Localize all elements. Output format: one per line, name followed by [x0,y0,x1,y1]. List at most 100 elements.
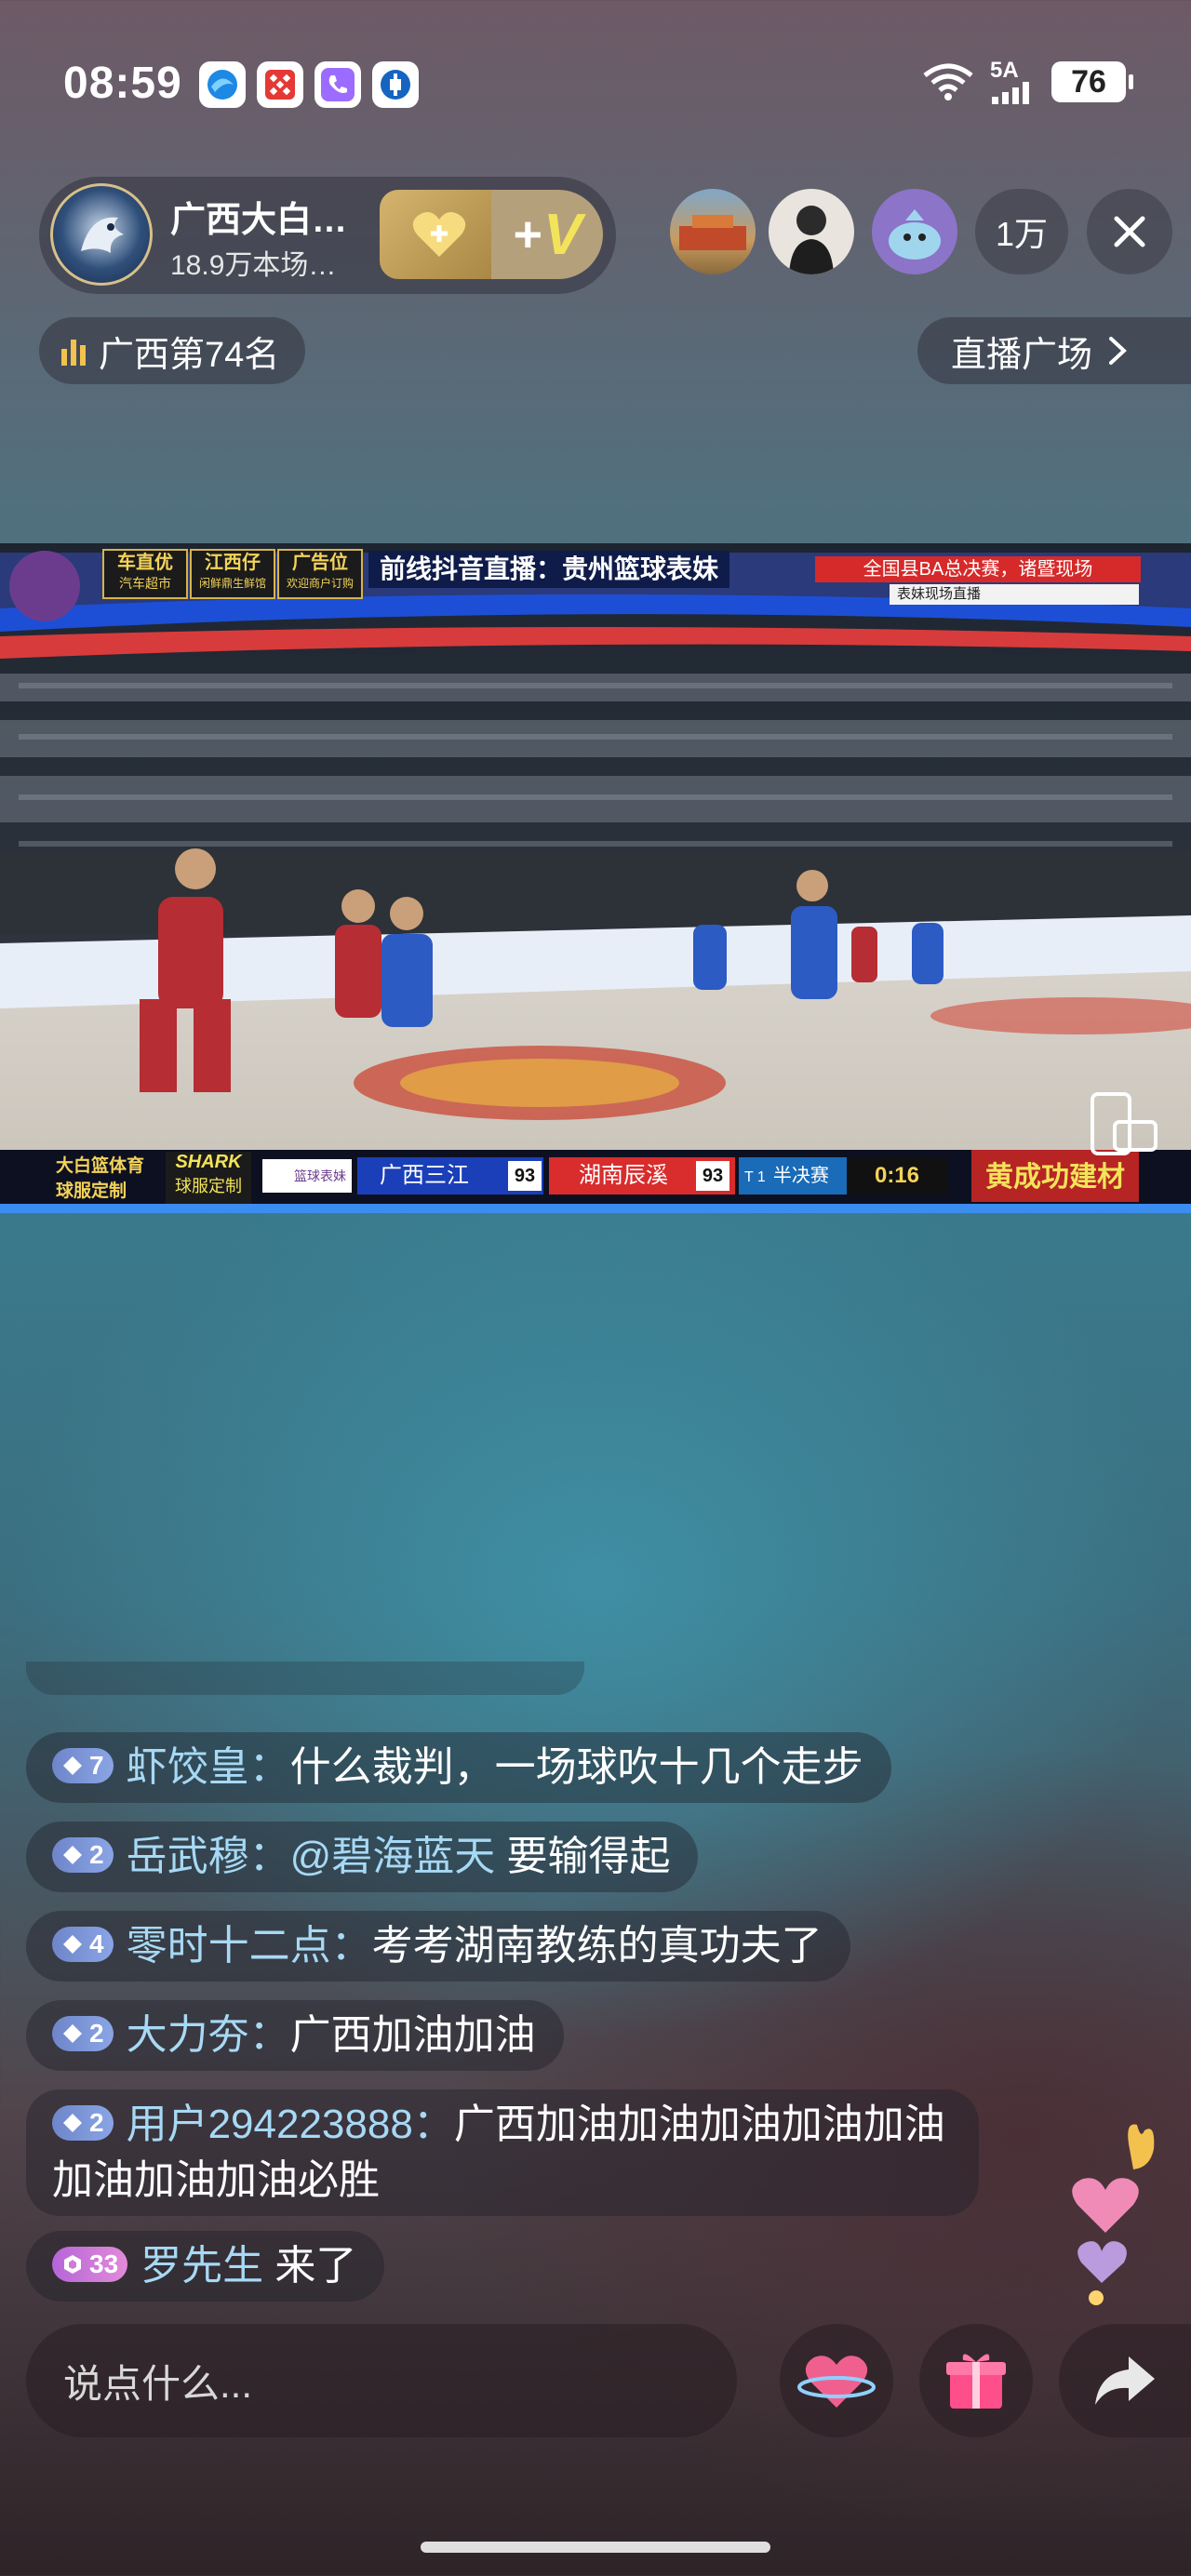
top-viewer-avatar-1[interactable] [670,189,756,274]
small-tag: 篮球表妹 [262,1159,352,1193]
home-indicator[interactable] [421,2542,770,2553]
close-button[interactable] [1087,189,1172,274]
close-icon [1114,216,1145,247]
diamond-icon [63,2024,82,2044]
bar-chart-icon [61,340,86,366]
chat-message[interactable]: 2 岳武穆：@碧海蓝天 要输得起 [26,1822,699,1892]
sponsor-badge-3: 广告位 欢迎商户订购 [277,549,363,599]
chat-separator: ： [248,1744,290,1790]
game-stage: T 1 半决赛 [739,1157,847,1195]
chat-message[interactable]: 7 虾饺皇：什么裁判，一场球吹十几个走步 [26,1732,891,1803]
chat-separator [263,2243,274,2289]
like-animation [1040,2112,1180,2316]
streamer-avatar[interactable] [50,183,153,286]
chat-username[interactable]: 岳武穆 [127,1834,249,1879]
basketball-court-scene [0,543,1191,1211]
chat-username[interactable]: 虾饺皇 [127,1744,249,1790]
top-viewer-avatar-2[interactable] [769,189,854,274]
chat-mention[interactable]: @碧海蓝天 [290,1834,496,1879]
chat-text: 考考湖南教练的真功夫了 [371,1923,823,1969]
rotate-screen-icon[interactable] [1087,1090,1161,1165]
share-arrow-icon [1095,2356,1155,2405]
chat-message[interactable]: 33 罗先生 来了 [26,2231,385,2302]
sponsor-2-title: 江西仔 [205,553,261,573]
hexagon-badge-icon [64,2255,81,2275]
fan-club-button[interactable] [380,190,499,279]
status-right: 5A 76 [921,60,1133,104]
home-team-score: 93 [508,1161,542,1191]
diamond-icon [63,1756,82,1776]
streamer-name[interactable]: 广西大白… [170,191,347,242]
user-level-badge: 4 [52,1927,114,1963]
top-viewer-avatar-3[interactable] [872,189,957,274]
chevron-right-icon [1109,337,1127,365]
level-number: 2 [89,1840,104,1870]
battery-indicator: 76 [1051,61,1133,102]
stage-label: 半决赛 [772,1166,829,1186]
video-progress-strip [0,1204,1191,1213]
chat-message[interactable]: 4 零时十二点：考考湖南教练的真功夫了 [26,1911,850,1982]
chat-message[interactable]: 2 大力夯：广西加油加油 [26,2000,564,2071]
chat-separator: ： [412,2102,454,2147]
level-number: 7 [89,1751,104,1781]
app-icon-red [257,61,303,108]
chat-username[interactable]: 零时十二点 [127,1923,331,1969]
timeouts-label: T 1 [744,1169,766,1185]
status-time: 08:59 [63,59,182,108]
bottom-sponsor-line2: 球服定制 [56,1181,127,1201]
chat-text: 什么裁判，一场球吹十几个走步 [289,1744,863,1790]
event-banner: 全国县BA总决赛，诸暨现场 [815,556,1141,582]
live-plaza-button[interactable]: 直播广场 [917,317,1191,384]
chat-message[interactable]: 2 用户294223888：广西加油加油加油加油加油加油加油加油必胜 [26,2089,979,2216]
event-subtitle: 表妹现场直播 [890,584,1139,605]
chat-username[interactable]: 罗先生 [141,2243,263,2289]
sponsor-3-title: 广告位 [292,553,348,573]
user-level-badge: 2 [52,2105,114,2142]
game-clock: 0:16 [847,1157,947,1195]
gift-box-icon [946,2354,1006,2409]
follow-button[interactable]: + V [491,190,603,279]
diamond-icon [63,1846,82,1865]
browser-app-icon [199,61,246,108]
chat-separator: ： [248,2012,290,2058]
user-level-badge: 2 [52,1837,114,1874]
chat-text: 要输得起 [495,1834,671,1879]
gift-button[interactable] [919,2324,1033,2437]
chat-text: 广西加油加油 [289,2012,536,2058]
chat-text: 来了 [274,2243,357,2289]
phone-app-icon [314,61,361,108]
sponsor-1-subtitle: 汽车超市 [119,576,171,591]
rank-badge[interactable]: 广西第74名 [39,317,306,384]
shark-title: SHARK [175,1152,242,1172]
shark-sponsor: SHARK 球服定制 [166,1152,251,1204]
diamond-icon [63,2114,82,2133]
viewer-count[interactable]: 1万 [975,189,1068,274]
level-number: 4 [89,1929,104,1959]
heart-planet-icon [797,2356,876,2408]
comment-placeholder: 说点什么... [63,2361,253,2406]
user-level-badge: 2 [52,2016,114,2052]
level-number: 2 [89,2019,104,2049]
broadcast-headline: 前线抖音直播：贵州篮球表妹 [368,551,730,588]
chat-username[interactable]: 用户294223888 [127,2102,413,2147]
sponsor-badge-1: 车直优 汽车超市 [102,549,188,599]
user-level-badge: 33 [52,2247,128,2283]
sponsor-2-subtitle: 闲鲜鼎生鲜馆 [198,577,266,590]
rank-label: 广西第74名 [99,335,280,375]
live-video-player[interactable]: 车直优 汽车超市 江西仔 闲鲜鼎生鲜馆 广告位 欢迎商户订购 前线抖音直播：贵州… [0,543,1191,1211]
level-number: 2 [89,2108,104,2138]
faded-chat-row [26,1662,584,1695]
level-number: 33 [89,2249,119,2279]
like-button[interactable] [780,2324,893,2437]
comment-input[interactable]: 说点什么... [26,2324,737,2437]
sponsor-3-subtitle: 欢迎商户订购 [286,577,354,590]
share-button[interactable] [1059,2324,1191,2437]
chat-separator: ： [248,1834,290,1879]
away-team-score: 93 [696,1161,729,1191]
bank-app-icon [372,61,419,108]
chat-username[interactable]: 大力夯 [127,2012,249,2058]
bottom-sponsor-left: 大白篮体育 球服定制 [9,1152,158,1204]
chat-separator: ： [330,1923,372,1969]
user-level-badge: 7 [52,1748,114,1784]
plus-v-icon: + [512,207,542,262]
